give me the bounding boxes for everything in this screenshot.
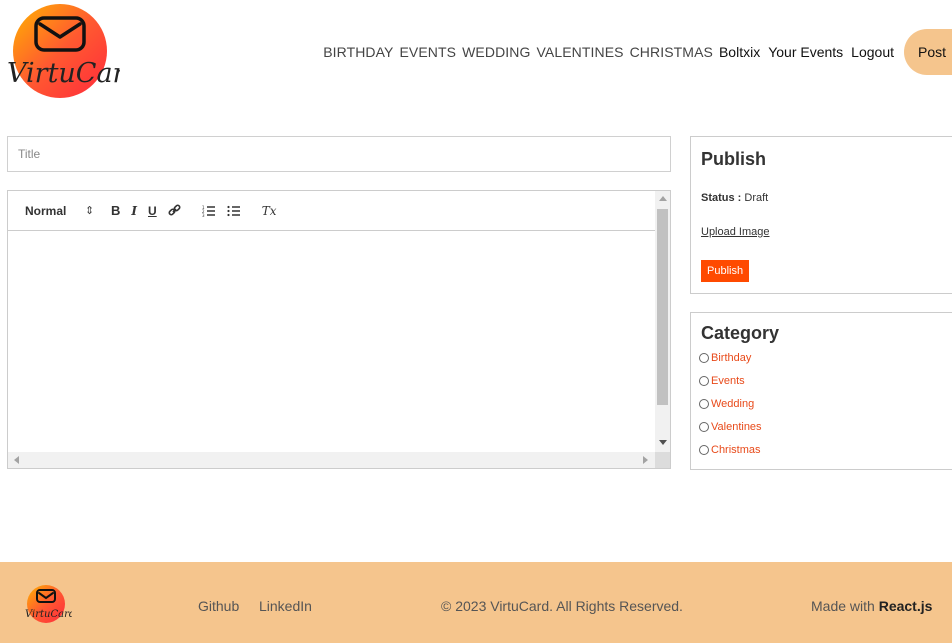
editor-vertical-scrollbar[interactable] [655,191,670,453]
category-option-valentines[interactable]: Valentines [699,415,952,438]
publish-title: Publish [701,149,767,169]
header: VirtuCard BIRTHDAY EVENTS WEDDING VALENT… [0,0,952,104]
rich-text-editor[interactable]: Normal ⇕ B I U 123 Tx [7,190,671,469]
title-placeholder: Title [18,147,41,161]
nav-christmas[interactable]: CHRISTMAS [630,44,713,60]
svg-text:3: 3 [202,213,205,217]
format-select[interactable]: Normal [25,204,85,218]
title-input[interactable]: Title [7,136,671,172]
radio-icon[interactable] [699,421,709,432]
radio-icon[interactable] [699,444,709,455]
status-label: Status : [701,192,742,204]
upload-image-link[interactable]: Upload Image [701,226,770,238]
main-nav: BIRTHDAY EVENTS WEDDING VALENTINES CHRIS… [323,28,952,76]
scroll-left-arrow-icon[interactable] [14,456,19,464]
nav-valentines[interactable]: VALENTINES [536,44,623,60]
framework-name: React.js [878,598,933,614]
footer-made-with: Made with React.js [811,598,932,614]
nav-wedding[interactable]: WEDDING [462,44,530,60]
category-option-christmas[interactable]: Christmas [699,438,952,461]
editor-toolbar: Normal ⇕ B I U 123 Tx [8,191,656,231]
nav-username[interactable]: Boltxix [719,44,760,60]
nav-your-events[interactable]: Your Events [768,44,843,60]
scrollbar-corner [655,452,670,468]
category-label: Wedding [711,397,755,410]
scroll-thumb[interactable] [657,209,668,405]
made-with-label: Made with [811,598,875,614]
bold-icon[interactable]: B [111,203,120,218]
category-panel: Category Birthday Events Wedding Valenti… [690,312,952,470]
footer-copyright: © 2023 VirtuCard. All Rights Reserved. [441,598,683,614]
radio-icon[interactable] [699,375,709,386]
footer: VirtuCard Github LinkedIn © 2023 VirtuCa… [0,562,952,643]
nav-events[interactable]: EVENTS [399,44,456,60]
radio-icon[interactable] [699,398,709,409]
bullet-list-icon[interactable] [227,205,241,217]
category-label: Birthday [711,351,752,364]
virtucard-logo[interactable]: VirtuCard [8,4,120,100]
category-label: Events [711,374,745,387]
nav-logout[interactable]: Logout [851,44,894,60]
underline-icon[interactable]: U [148,204,157,218]
ordered-list-icon[interactable]: 123 [202,205,216,217]
svg-text:VirtuCard: VirtuCard [25,609,72,620]
post-button[interactable]: Post [904,29,952,75]
radio-icon[interactable] [699,352,709,363]
svg-text:VirtuCard: VirtuCard [8,58,120,89]
format-select-arrows-icon[interactable]: ⇕ [85,204,111,217]
category-option-wedding[interactable]: Wedding [699,392,952,415]
category-label: Valentines [711,420,762,433]
status-value: Draft [744,192,769,204]
scroll-down-arrow-icon[interactable] [659,440,667,445]
post-button-label: Post [917,44,946,60]
publish-button[interactable]: Publish [701,260,750,282]
status-line: Status : Draft [701,192,952,204]
clear-format-label: Tx [261,203,277,218]
category-list: Birthday Events Wedding Valentines Chris… [699,346,952,461]
footer-linkedin-link[interactable]: LinkedIn [259,598,312,614]
link-icon[interactable] [168,204,181,217]
footer-logo[interactable]: VirtuCard [24,584,72,624]
category-option-events[interactable]: Events [699,369,952,392]
footer-github-link[interactable]: Github [198,598,239,614]
publish-panel: Publish Status : Draft Upload Image Publ… [690,136,952,294]
italic-icon[interactable]: I [131,204,137,218]
nav-birthday[interactable]: BIRTHDAY [323,44,393,60]
category-label: Christmas [711,443,761,456]
scroll-right-arrow-icon[interactable] [643,456,648,464]
category-title: Category [701,323,780,343]
editor-horizontal-scrollbar[interactable] [8,452,656,468]
clear-format-icon[interactable]: Tx [262,204,277,218]
scroll-up-arrow-icon[interactable] [659,196,667,201]
category-option-birthday[interactable]: Birthday [699,346,952,369]
